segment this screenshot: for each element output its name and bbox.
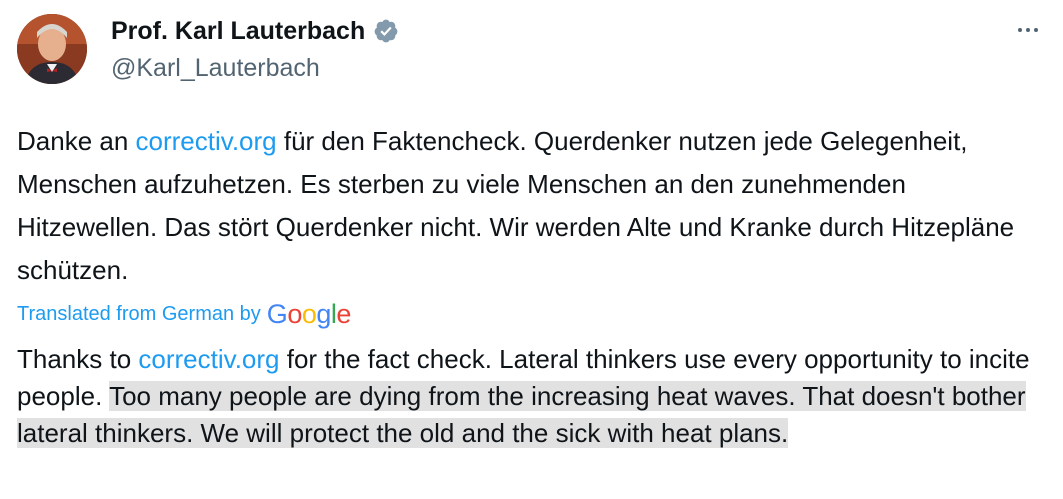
more-dot bbox=[1018, 28, 1022, 32]
tweet-link[interactable]: correctiv.org bbox=[136, 126, 277, 156]
tweet-text-part1: Danke an bbox=[17, 126, 136, 156]
translation-part1: Thanks to bbox=[17, 344, 139, 374]
tweet-text: Danke an correctiv.org für den Faktenche… bbox=[17, 120, 1047, 292]
author-handle[interactable]: @Karl_Lauterbach bbox=[111, 52, 320, 84]
translation-link[interactable]: correctiv.org bbox=[138, 344, 279, 374]
translation-attribution[interactable]: Translated from German by Google bbox=[17, 297, 351, 331]
author-name[interactable]: Prof. Karl Lauterbach bbox=[111, 15, 365, 47]
translation-label[interactable]: Translated from German by bbox=[17, 297, 261, 331]
highlighted-text: Too many people are dying from the incre… bbox=[17, 381, 1026, 448]
more-options-icon[interactable] bbox=[1010, 16, 1046, 44]
verified-badge-icon bbox=[374, 19, 398, 43]
avatar-image bbox=[17, 14, 87, 84]
avatar[interactable] bbox=[17, 14, 87, 84]
google-logo: Google bbox=[266, 299, 352, 329]
more-dot bbox=[1034, 28, 1038, 32]
translated-text: Thanks to correctiv.org for the fact che… bbox=[17, 341, 1047, 452]
more-dot bbox=[1026, 28, 1030, 32]
author-name-row[interactable]: Prof. Karl Lauterbach bbox=[111, 15, 399, 47]
